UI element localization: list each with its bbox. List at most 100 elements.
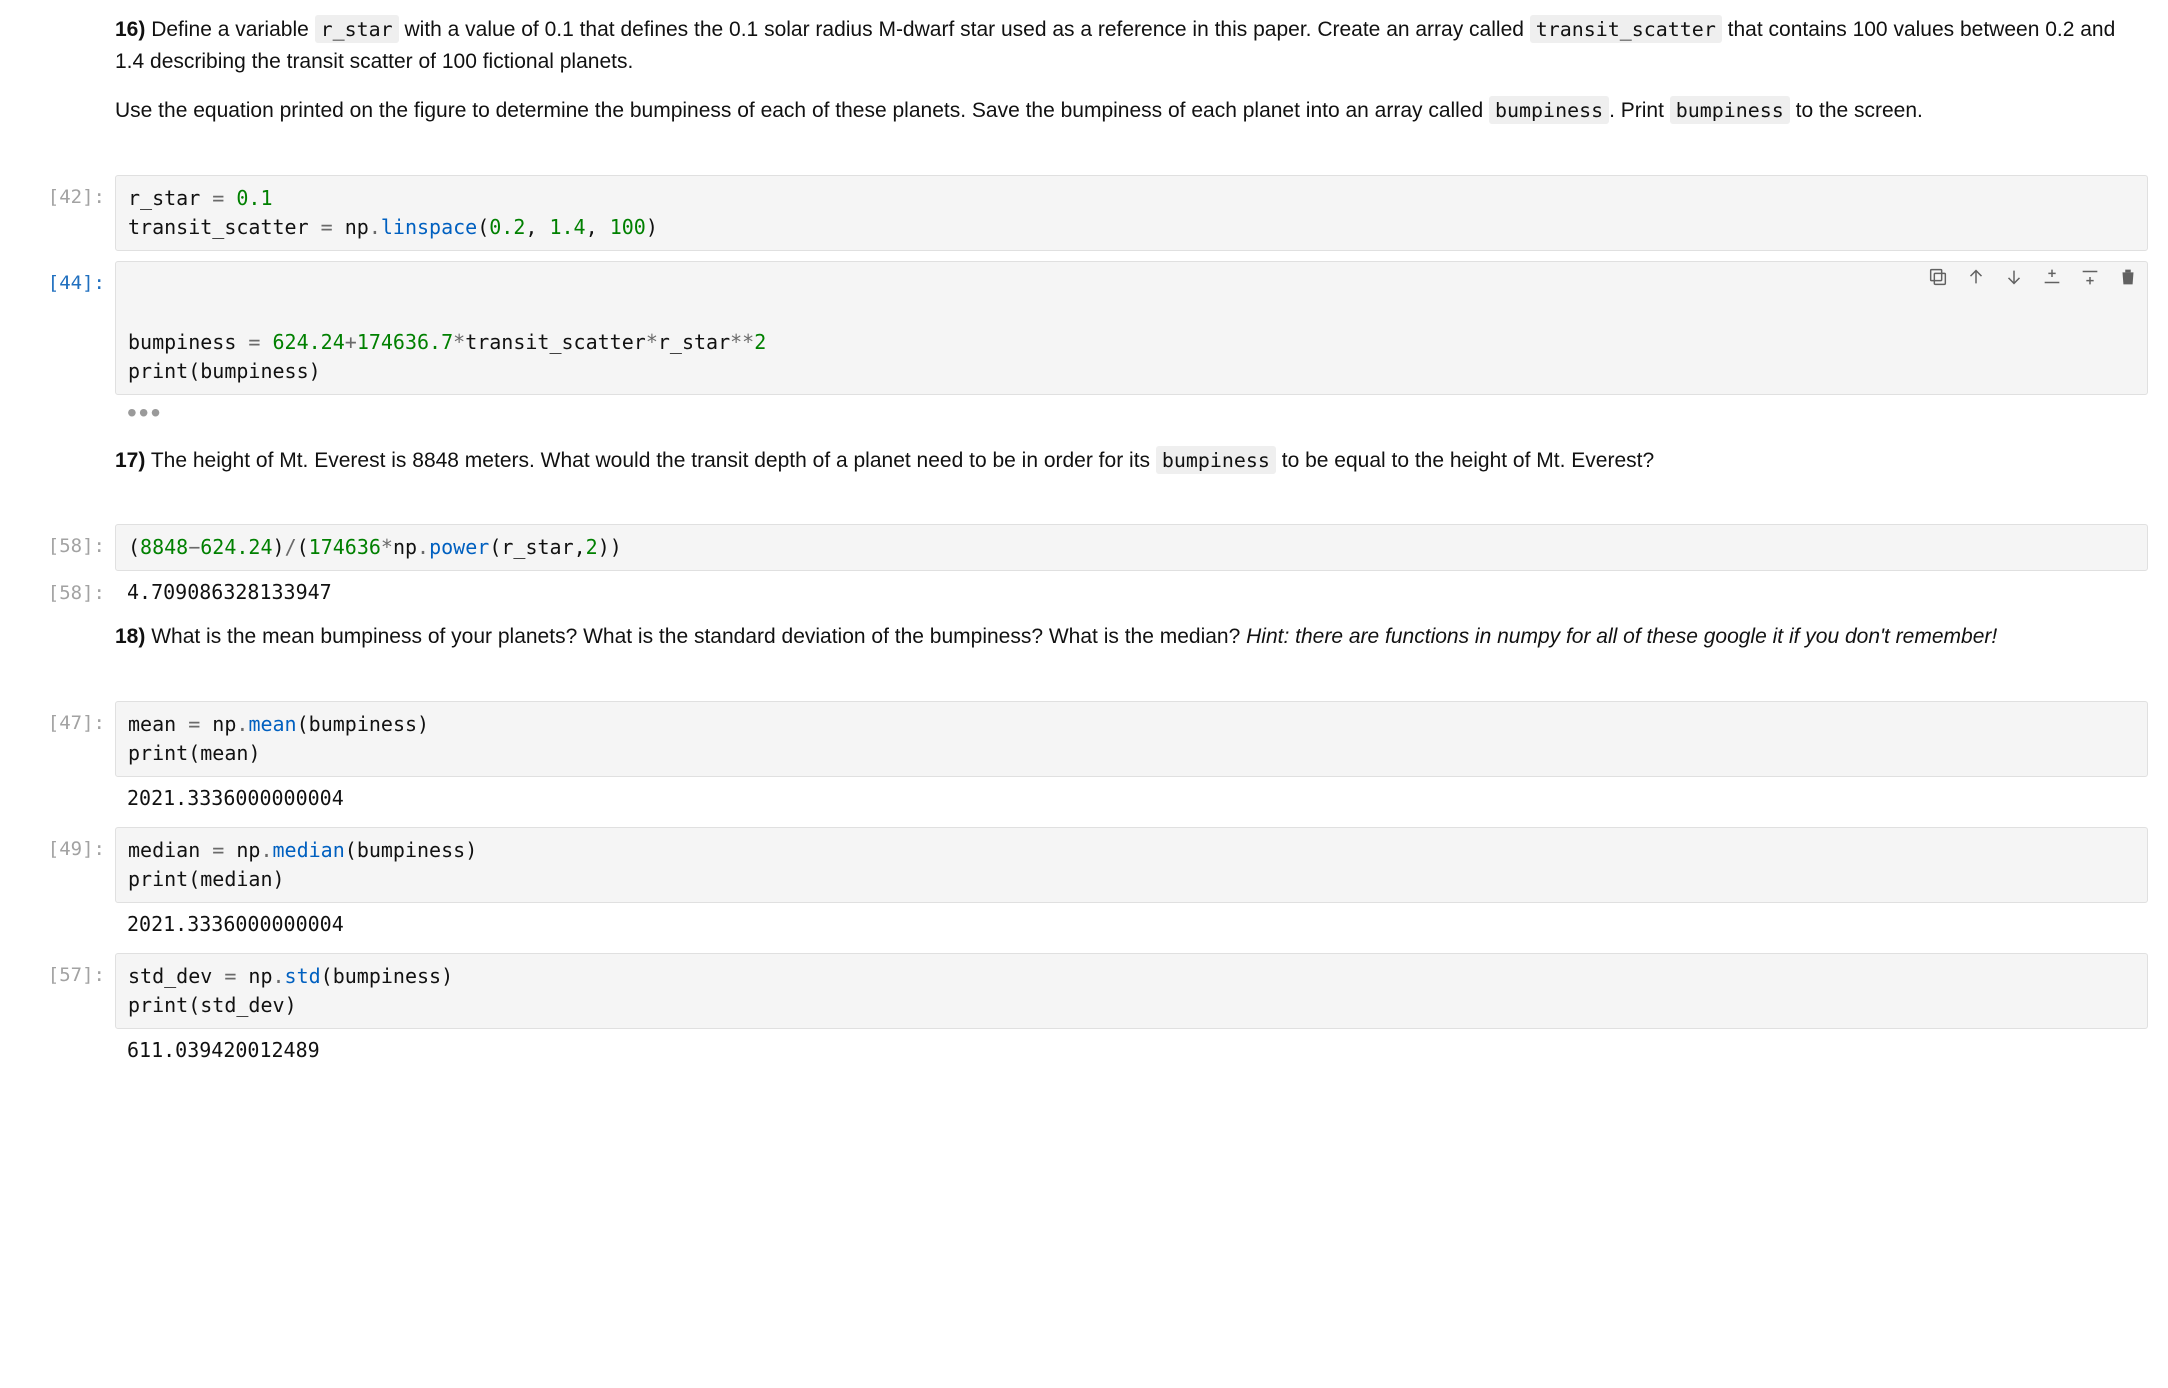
output-cell-49: 2021.3336000000004 (20, 903, 2148, 943)
tok: ) (285, 993, 297, 1017)
prompt-empty (20, 395, 115, 435)
tok: r_star (128, 186, 212, 210)
code-input-57[interactable]: std_dev = np.std(bumpiness)print(std_dev… (115, 953, 2148, 1029)
inline-code-rstar: r_star (315, 15, 399, 43)
tok: print (128, 741, 188, 765)
output-value-47: 2021.3336000000004 (115, 777, 2148, 817)
duplicate-cell-icon[interactable] (1927, 266, 1949, 288)
q17-label: 17) (115, 449, 145, 472)
md18-hint: Hint: there are functions in numpy for a… (1246, 625, 1997, 648)
tok: . (273, 964, 285, 988)
insert-below-icon[interactable] (2079, 266, 2101, 288)
tok: median (273, 838, 345, 862)
tok: . (260, 838, 272, 862)
tok: 174636.7 (357, 330, 453, 354)
md16-para1: 16) Define a variable r_star with a valu… (115, 14, 2144, 77)
code-input-49[interactable]: median = np.median(bumpiness)print(media… (115, 827, 2148, 903)
tok: ) (646, 215, 658, 239)
tok: np (236, 964, 272, 988)
prompt-empty (20, 445, 115, 499)
output-value-57: 611.039420012489 (115, 1029, 2148, 1069)
tok: 624.24 (273, 330, 345, 354)
tok: mean (248, 712, 296, 736)
tok: = (212, 838, 224, 862)
tok: / (285, 535, 297, 559)
prompt-out-58: [58]: (20, 571, 115, 611)
output-cell-58: [58]: 4.709086328133947 (20, 571, 2148, 611)
tok: ) (273, 535, 285, 559)
tok: bumpiness (128, 330, 248, 354)
prompt-empty (20, 14, 115, 149)
tok: 174636 (309, 535, 381, 559)
prompt-empty (20, 903, 115, 943)
tok: 0.1 (236, 186, 272, 210)
tok: print (128, 867, 188, 891)
tok: transit_scatter (128, 215, 321, 239)
markdown-body-18: 18) What is the mean bumpiness of your p… (115, 621, 2148, 675)
tok: )) (598, 535, 622, 559)
tok: std_dev (128, 964, 224, 988)
tok: ( (489, 535, 501, 559)
markdown-body-16: 16) Define a variable r_star with a valu… (115, 14, 2148, 149)
code-input-44[interactable]: bumpiness = 624.24+174636.7*transit_scat… (115, 261, 2148, 395)
prompt-58: [58]: (20, 524, 115, 571)
tok: np (333, 215, 369, 239)
tok: median (200, 867, 272, 891)
tok: ( (297, 535, 309, 559)
tok: bumpiness (309, 712, 417, 736)
tok: ( (188, 741, 200, 765)
tok: np (200, 712, 236, 736)
tok (260, 330, 272, 354)
code-input-47[interactable]: mean = np.mean(bumpiness)print(mean) (115, 701, 2148, 777)
code-cell-47: [47]: mean = np.mean(bumpiness)print(mea… (20, 701, 2148, 777)
tok: ( (477, 215, 489, 239)
tok: np (224, 838, 260, 862)
tok: 0.2 (489, 215, 525, 239)
tok: , (525, 215, 549, 239)
delete-cell-icon[interactable] (2117, 266, 2139, 288)
tok: std_dev (200, 993, 284, 1017)
prompt-empty (20, 1029, 115, 1069)
inline-code-bumpiness3: bumpiness (1156, 446, 1276, 474)
cell-toolbar (1927, 266, 2139, 288)
markdown-body-17: 17) The height of Mt. Everest is 8848 me… (115, 445, 2148, 499)
tok: = (224, 964, 236, 988)
move-up-icon[interactable] (1965, 266, 1987, 288)
md16-para2: Use the equation printed on the figure t… (115, 95, 2144, 127)
tok: ( (297, 712, 309, 736)
prompt-47: [47]: (20, 701, 115, 777)
tok: 624.24 (200, 535, 272, 559)
tok: print (128, 359, 188, 383)
tok: ** (730, 330, 754, 354)
tok (224, 186, 236, 210)
prompt-42: [42]: (20, 175, 115, 251)
q16-label: 16) (115, 18, 145, 41)
tok: 1.4 (549, 215, 585, 239)
md16-t6: to the screen. (1790, 99, 1923, 122)
inline-code-transit-scatter: transit_scatter (1530, 15, 1722, 43)
tok: bumpiness (200, 359, 308, 383)
tok: mean (128, 712, 188, 736)
move-down-icon[interactable] (2003, 266, 2025, 288)
tok: = (321, 215, 333, 239)
tok: print (128, 993, 188, 1017)
collapsed-output-icon[interactable]: ••• (115, 395, 2148, 435)
notebook-page: 16) Define a variable r_star with a valu… (0, 0, 2168, 1089)
code-input-58[interactable]: (8848−624.24)/(174636*np.power(r_star,2)… (115, 524, 2148, 571)
tok: = (188, 712, 200, 736)
insert-above-icon[interactable] (2041, 266, 2063, 288)
tok: ( (188, 359, 200, 383)
tok: std (285, 964, 321, 988)
prompt-44: [44]: (20, 261, 115, 395)
markdown-cell-18: 18) What is the mean bumpiness of your p… (20, 621, 2148, 675)
tok: . (417, 535, 429, 559)
code-cell-49: [49]: median = np.median(bumpiness)print… (20, 827, 2148, 903)
code-cell-42: [42]: r_star = 0.1transit_scatter = np.l… (20, 175, 2148, 251)
tok: r_star (658, 330, 730, 354)
code-input-42[interactable]: r_star = 0.1transit_scatter = np.linspac… (115, 175, 2148, 251)
tok: bumpiness (333, 964, 441, 988)
tok: median (128, 838, 212, 862)
tok: r_star (501, 535, 573, 559)
code-cell-58: [58]: (8848−624.24)/(174636*np.power(r_s… (20, 524, 2148, 571)
tok: ) (248, 741, 260, 765)
